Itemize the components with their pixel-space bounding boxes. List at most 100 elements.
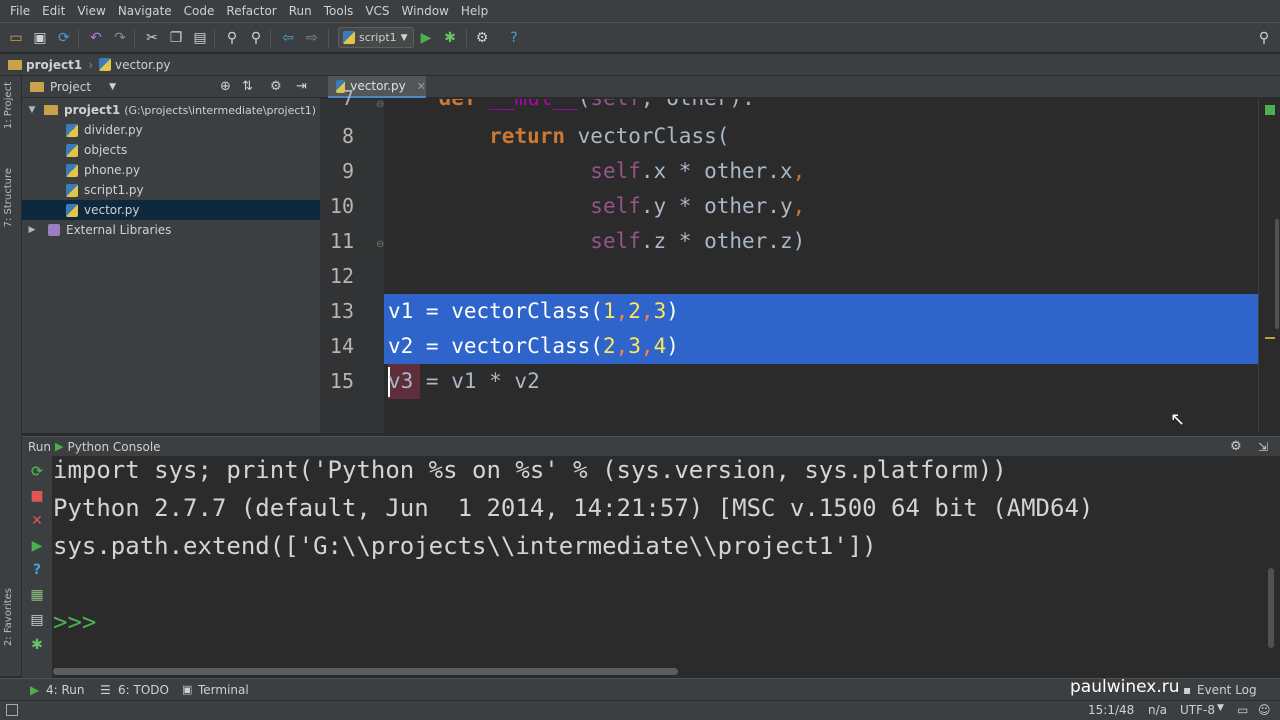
hide-panel-icon[interactable]: ⇲ [1258, 440, 1268, 454]
gear-icon[interactable]: ⚙ [1230, 439, 1242, 454]
line-separator-status[interactable]: n/a [1148, 703, 1167, 717]
menu-refactor[interactable]: Refactor [220, 4, 282, 18]
help-icon[interactable]: ? [504, 28, 524, 48]
chevron-down-icon[interactable]: ▼ [109, 82, 116, 92]
find-icon[interactable]: ⚲ [222, 28, 242, 48]
gear-icon[interactable]: ⚙ [270, 79, 282, 94]
status-bar: 15:1/48 n/a UTF-8 ▼ ▭ ☺ [0, 700, 1280, 720]
event-log-button[interactable]: Event Log [1197, 683, 1257, 697]
lock-icon[interactable]: ▭ [1237, 703, 1248, 717]
menu-edit[interactable]: Edit [36, 4, 71, 18]
sync-icon[interactable]: ⟳ [54, 28, 74, 48]
debug-icon[interactable]: ✱ [440, 28, 460, 48]
back-icon[interactable]: ⇦ [278, 28, 298, 48]
console-output-line: sys.path.extend(['G:\\projects\\intermed… [53, 532, 877, 560]
line-number: 8 [341, 124, 354, 148]
main-toolbar: ▭ ▣ ⟳ ↶ ↷ ✂ ❐ ▤ ⚲ ⚲ ⇦ ⇨ script1 ▼ ▶ ✱ ⚙ … [0, 22, 1280, 52]
console-hscrollbar[interactable] [53, 667, 1280, 676]
collapse-all-icon[interactable]: ⇅ [242, 79, 253, 94]
selection-marker [1265, 337, 1275, 339]
chevron-down-icon: ▼ [400, 32, 408, 43]
console-prompt[interactable]: >>> [53, 603, 96, 641]
structure-tool-tab[interactable]: 7: Structure [3, 168, 14, 227]
hide-panel-icon[interactable]: ⇥ [296, 79, 307, 94]
code-line-10: self.y * other.y, [590, 194, 806, 218]
python-console[interactable]: ⟳ ■ ✕ ▶ ? ▦ ▤ ✱ import sys; print('Pytho… [22, 456, 1280, 678]
encoding-status[interactable]: UTF-8 [1180, 703, 1215, 717]
debug-icon[interactable]: ✱ [29, 637, 45, 653]
copy-icon[interactable]: ❐ [166, 28, 186, 48]
open-folder-icon[interactable]: ▭ [6, 28, 26, 48]
python-file-icon [66, 123, 78, 137]
chevron-down-icon: ▼ [1217, 703, 1224, 713]
line-number: 7 [341, 86, 354, 110]
expand-arrow-icon[interactable]: ▶ [26, 225, 38, 235]
undo-icon[interactable]: ↶ [86, 28, 106, 48]
project-view-select[interactable]: Project [50, 80, 91, 94]
menu-code[interactable]: Code [178, 4, 221, 18]
cut-icon[interactable]: ✂ [142, 28, 162, 48]
save-icon[interactable]: ▣ [30, 28, 50, 48]
tab-todo[interactable]: 6: TODO [118, 683, 169, 697]
settings-icon[interactable]: ⚙ [472, 28, 492, 48]
menu-run[interactable]: Run [283, 4, 318, 18]
menu-help[interactable]: Help [455, 4, 494, 18]
menu-vcs[interactable]: VCS [359, 4, 395, 18]
python-icon [343, 31, 355, 44]
tab-run[interactable]: 4: Run [46, 683, 85, 697]
close-icon[interactable]: ✕ [29, 513, 45, 529]
close-icon[interactable]: ✕ [417, 80, 426, 93]
tab-label: vector.py [350, 79, 406, 93]
breadcrumb-file[interactable]: vector.py [99, 58, 171, 72]
locate-icon[interactable]: ⊕ [220, 79, 231, 94]
execute-icon[interactable]: ▶ [29, 538, 45, 554]
caret-position[interactable]: 15:1/48 [1088, 703, 1134, 717]
variables-icon[interactable]: ▦ [29, 587, 45, 603]
run-configuration-select[interactable]: script1 ▼ [338, 27, 414, 48]
breadcrumb-project[interactable]: project1 [8, 58, 82, 72]
toggle-tool-windows-icon[interactable] [6, 704, 18, 716]
tree-item-vector[interactable]: vector.py [22, 200, 320, 220]
code-line-14: v2 = vectorClass(2,3,4) [388, 334, 679, 358]
menu-file[interactable]: File [4, 4, 36, 18]
history-icon[interactable]: ▤ [29, 612, 45, 628]
menu-tools[interactable]: Tools [318, 4, 360, 18]
code-line-13: v1 = vectorClass(1,2,3) [388, 299, 679, 323]
tree-item-label: divider.py [84, 123, 143, 137]
replace-icon[interactable]: ⚲ [246, 28, 266, 48]
code-editor[interactable]: def __mul__(self, other): return vectorC… [384, 99, 1258, 433]
run-icon[interactable]: ▶ [416, 28, 436, 48]
tree-item-objects[interactable]: objects [22, 140, 320, 160]
project-tool-tab[interactable]: 1: Project [3, 82, 14, 129]
line-number: 11 [329, 229, 354, 253]
tree-item-phone[interactable]: phone.py [22, 160, 320, 180]
rerun-icon[interactable]: ⟳ [29, 464, 45, 480]
editor-scrollbar[interactable] [1258, 99, 1280, 433]
forward-icon[interactable]: ⇨ [302, 28, 322, 48]
tree-item-project1[interactable]: ▼ project1 (G:\projects\intermediate\pro… [22, 100, 320, 120]
code-line-9: self.x * other.x, [590, 159, 806, 183]
inspector-icon[interactable]: ☺ [1258, 703, 1271, 717]
paste-icon[interactable]: ▤ [190, 28, 210, 48]
tree-item-divider[interactable]: divider.py [22, 120, 320, 140]
menu-navigate[interactable]: Navigate [112, 4, 178, 18]
help-icon[interactable]: ? [29, 562, 45, 578]
tree-item-external-libraries[interactable]: ▶ External Libraries [22, 220, 320, 240]
console-vscroll-thumb[interactable] [1268, 568, 1274, 648]
menu-window[interactable]: Window [396, 4, 455, 18]
tree-item-script1[interactable]: script1.py [22, 180, 320, 200]
expand-arrow-icon[interactable]: ▼ [26, 105, 38, 115]
breadcrumb-project-label: project1 [26, 57, 83, 72]
favorites-tool-tab[interactable]: 2: Favorites [3, 588, 14, 646]
redo-icon[interactable]: ↷ [110, 28, 130, 48]
code-line-11: self.z * other.z) [590, 229, 806, 253]
menu-view[interactable]: View [71, 4, 111, 18]
scroll-thumb[interactable] [1275, 219, 1279, 329]
line-number-gutter: 7 8 9 10 11 12 13 14 15 ⊖ ⊖ [320, 86, 384, 433]
search-everywhere-icon[interactable]: ⚲ [1254, 28, 1274, 48]
tab-terminal[interactable]: Terminal [198, 683, 249, 697]
stop-icon[interactable]: ■ [29, 488, 45, 504]
scroll-thumb[interactable] [53, 668, 678, 675]
tree-item-label: External Libraries [66, 223, 172, 237]
python-file-icon [99, 58, 112, 71]
